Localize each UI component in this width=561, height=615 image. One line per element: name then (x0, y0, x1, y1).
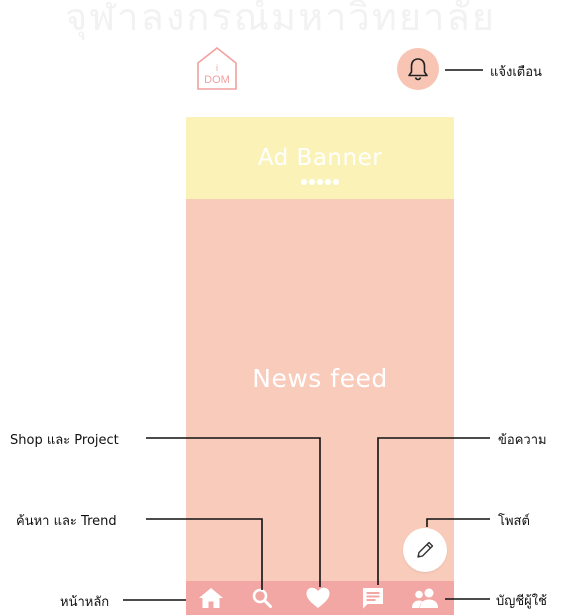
bottom-navigation (186, 581, 454, 615)
message-icon (363, 588, 383, 609)
bell-icon (408, 58, 428, 81)
home-icon (199, 588, 223, 608)
search-icon (252, 588, 272, 608)
nav-messages-button[interactable] (353, 581, 393, 615)
idom-logo: i DOM (194, 45, 240, 91)
nav-account-button[interactable] (405, 581, 445, 615)
pagination-dot[interactable] (317, 179, 323, 185)
watermark: จุฬาลงกรณ์มหาวิทยาลัย (64, 0, 497, 39)
callout-post: โพสต์ (498, 514, 530, 529)
callout-search-trend: ค้นหา และ Trend (16, 514, 117, 529)
logo-letter-i: i (216, 63, 218, 73)
nav-shop-project-button[interactable] (298, 581, 338, 615)
nav-search-button[interactable] (242, 581, 282, 615)
callout-messages: ข้อความ (498, 433, 547, 448)
pagination-dot[interactable] (325, 179, 331, 185)
callout-home: หน้าหลัก (60, 595, 110, 610)
ad-banner[interactable]: Ad Banner (186, 117, 454, 199)
pagination-dot[interactable] (301, 179, 307, 185)
callout-account: บัญชีผู้ใช้ (496, 594, 547, 609)
ad-banner-pagination (186, 179, 454, 185)
callout-shop-project: Shop และ Project (10, 433, 119, 448)
notification-bell-button[interactable] (397, 48, 439, 90)
people-icon (412, 588, 438, 608)
pagination-dot[interactable] (333, 179, 339, 185)
news-feed-title: News feed (252, 364, 388, 393)
post-button[interactable] (403, 528, 447, 572)
phone-screen: Ad Banner News feed (186, 117, 454, 615)
heart-icon (306, 587, 330, 608)
ad-banner-title: Ad Banner (257, 145, 383, 171)
news-feed[interactable]: News feed (186, 199, 454, 581)
logo-letters-dom: DOM (204, 74, 230, 86)
pencil-icon (417, 541, 434, 558)
callout-notifications: แจ้งเตือน (490, 65, 542, 80)
nav-home-button[interactable] (191, 581, 231, 615)
pagination-dot[interactable] (309, 179, 315, 185)
